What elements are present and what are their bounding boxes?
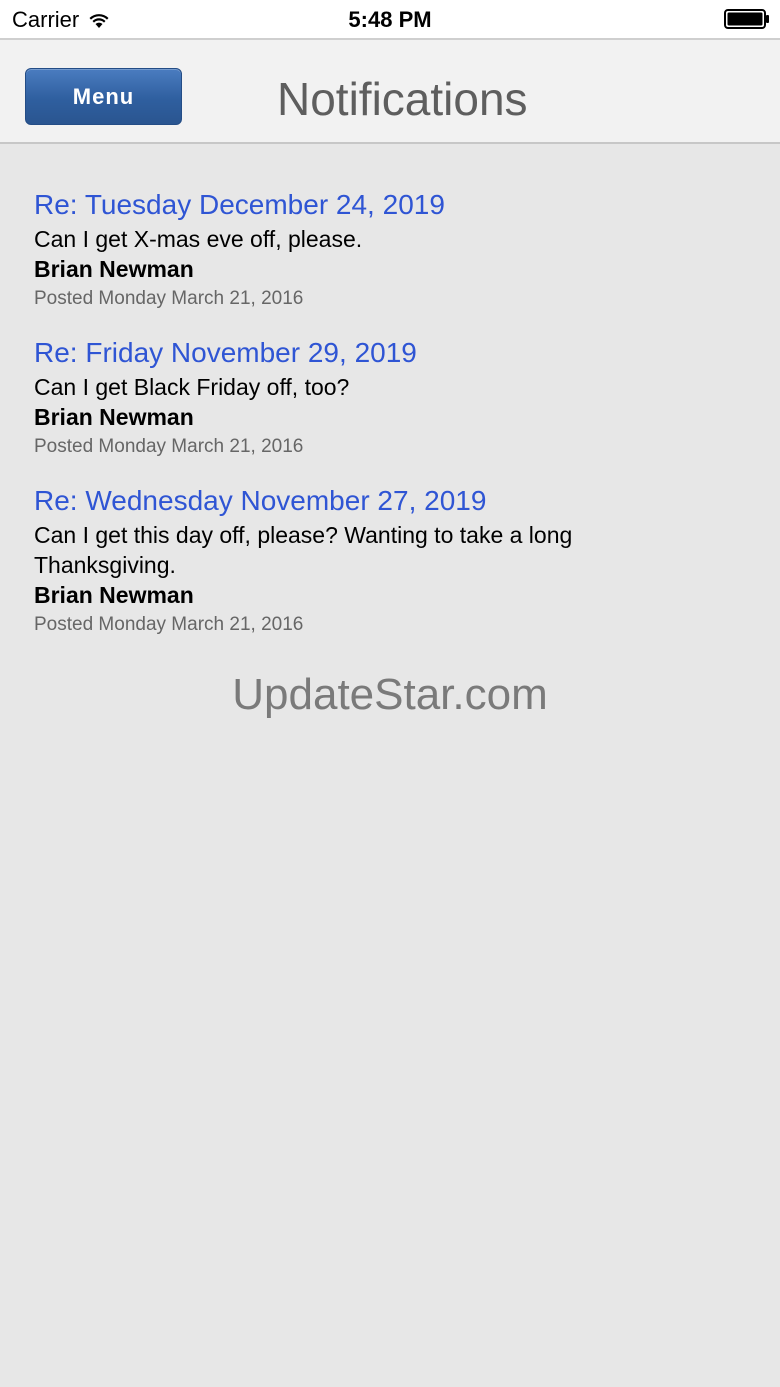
notification-body: Can I get X-mas eve off, please. <box>34 226 363 252</box>
notification-author: Brian Newman <box>34 582 194 608</box>
notification-title-link[interactable]: Re: Wednesday November 27, 2019 <box>34 482 734 520</box>
status-bar: Carrier 5:48 PM <box>0 0 780 38</box>
notification-posted-date: Posted Monday March 21, 2016 <box>34 436 304 457</box>
notification-body: Can I get this day off, please? Wanting … <box>34 522 573 578</box>
notification-title-link[interactable]: Re: Tuesday December 24, 2019 <box>34 186 734 224</box>
notification-author: Brian Newman <box>34 404 194 430</box>
notification-item: Re: Wednesday November 27, 2019 Can I ge… <box>34 482 734 640</box>
menu-button[interactable]: Menu <box>25 68 182 125</box>
notification-item: Re: Tuesday December 24, 2019 Can I get … <box>34 186 734 314</box>
status-time: 5:48 PM <box>348 7 432 32</box>
battery-icon <box>724 9 769 29</box>
watermark: UpdateStar.com <box>232 670 548 719</box>
notification-posted-date: Posted Monday March 21, 2016 <box>34 614 304 635</box>
notification-body: Can I get Black Friday off, too? <box>34 374 350 400</box>
notification-author: Brian Newman <box>34 256 194 282</box>
notification-posted-date: Posted Monday March 21, 2016 <box>34 288 304 309</box>
notification-list: Re: Tuesday December 24, 2019 Can I get … <box>34 186 734 660</box>
page-title: Notifications <box>277 73 528 125</box>
notification-title-link[interactable]: Re: Friday November 29, 2019 <box>34 334 734 372</box>
nav-header: Menu Notifications <box>0 38 780 144</box>
notification-item: Re: Friday November 29, 2019 Can I get B… <box>34 334 734 462</box>
